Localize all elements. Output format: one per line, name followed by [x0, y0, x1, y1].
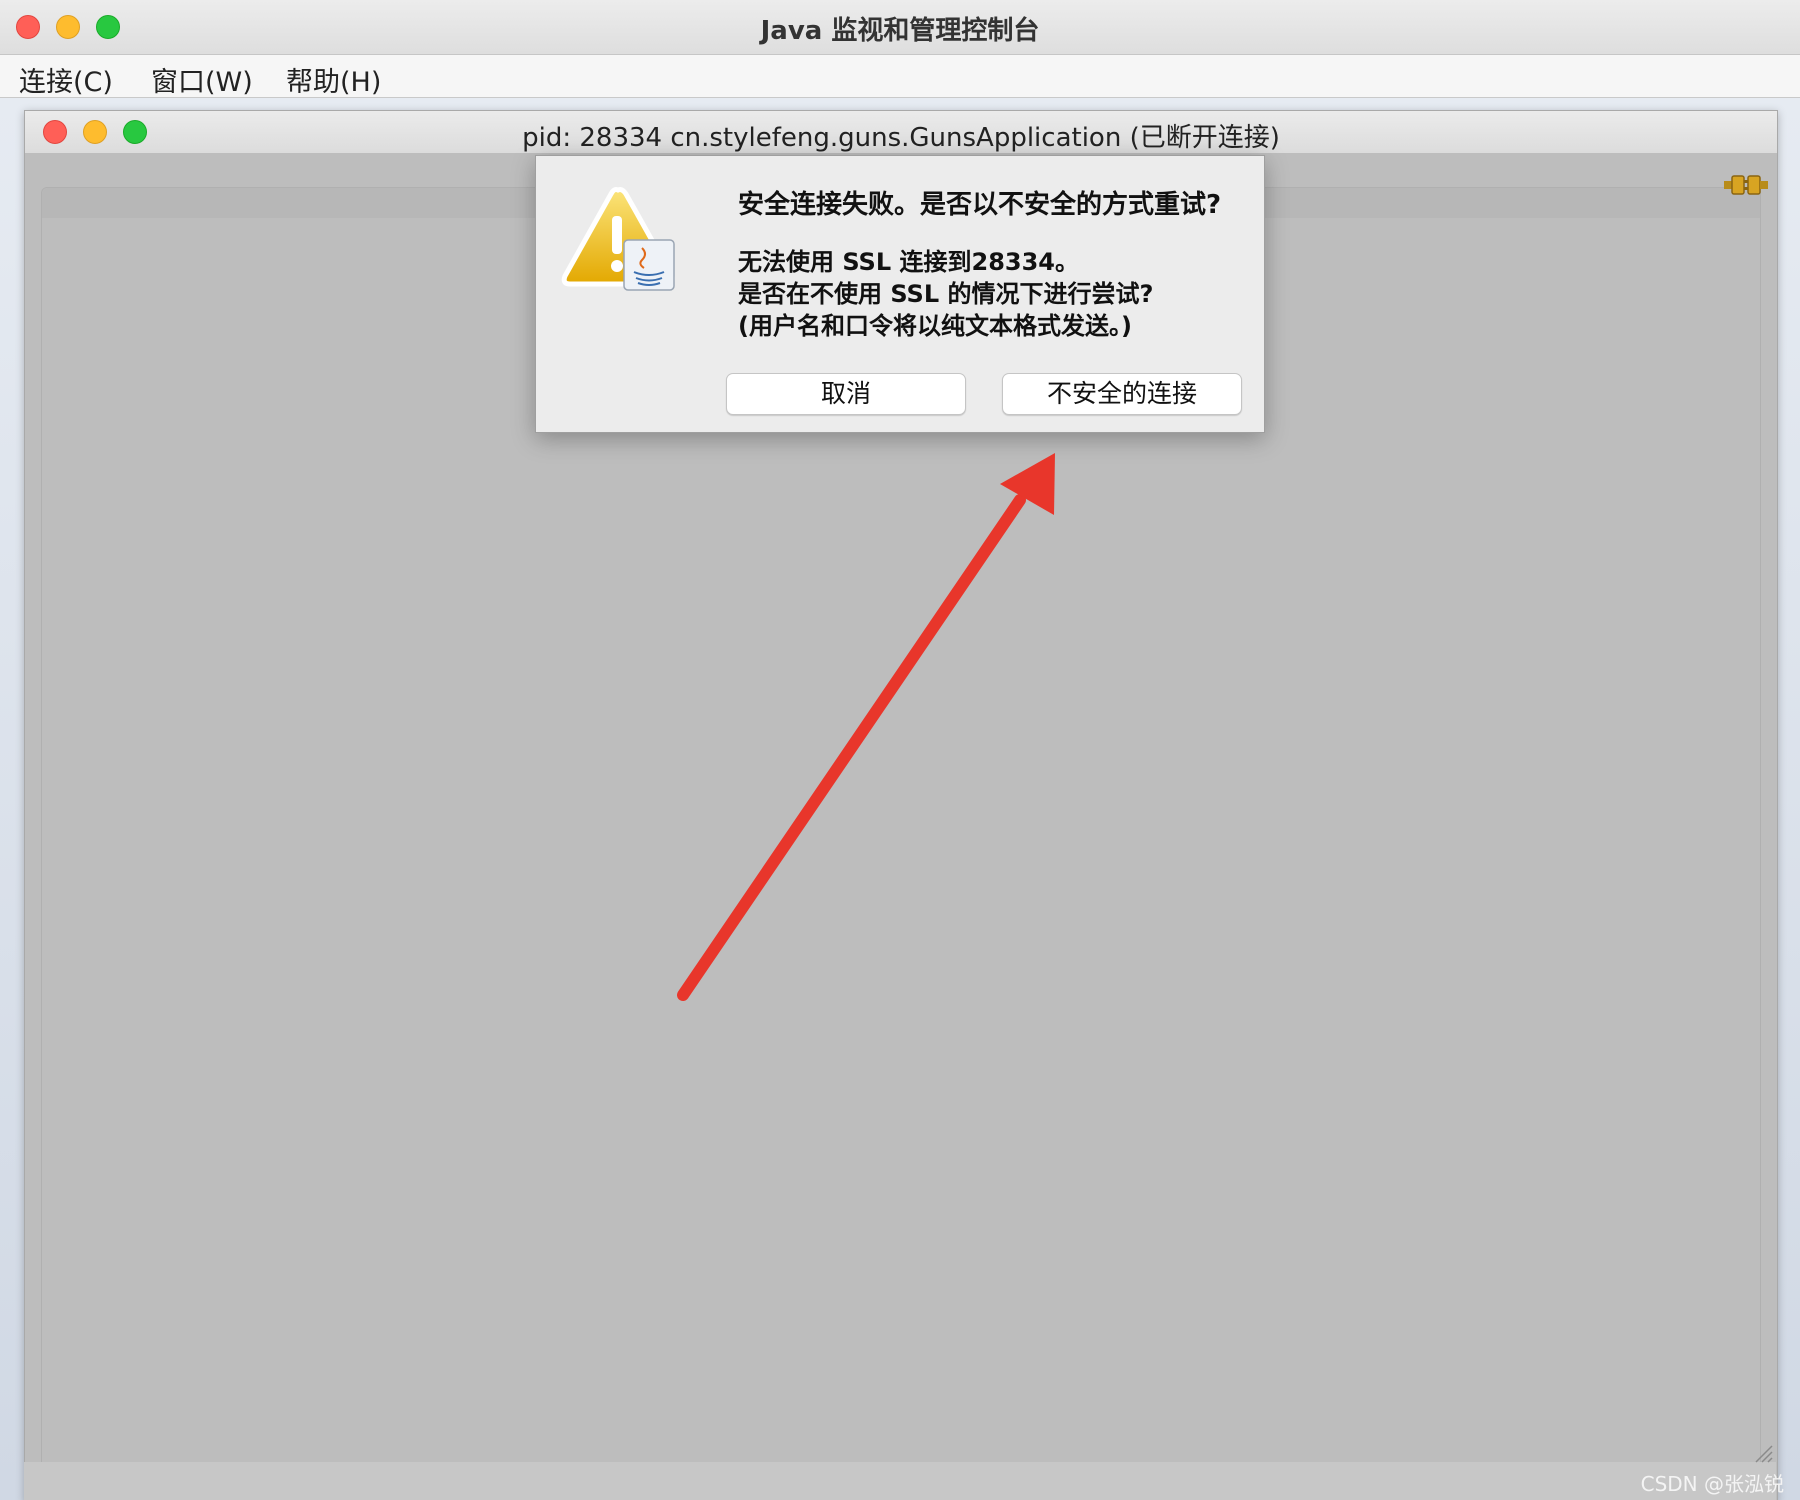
menu-help[interactable]: 帮助(H) [286, 60, 381, 99]
outer-window-titlebar[interactable]: Java 监视和管理控制台 [0, 0, 1800, 55]
dialog-heading: 安全连接失败。是否以不安全的方式重试? [738, 190, 1222, 220]
internal-window-titlebar[interactable]: pid: 28334 cn.stylefeng.guns.GunsApplica… [25, 111, 1777, 154]
menu-window[interactable]: 窗口(W) [151, 60, 253, 99]
window-title: Java 监视和管理控制台 [760, 16, 1040, 46]
insecure-connect-button[interactable]: 不安全的连接 [1002, 373, 1242, 415]
internal-window-title: pid: 28334 cn.stylefeng.guns.GunsApplica… [522, 123, 1280, 153]
app-root: Java 监视和管理控制台 连接(C) 窗口(W) 帮助(H) pid: 283… [0, 0, 1800, 1500]
ssl-failure-dialog: 安全连接失败。是否以不安全的方式重试? 无法使用 SSL 连接到28334。 是… [535, 155, 1265, 433]
status-strip [24, 1462, 1776, 1500]
disconnected-plug-icon[interactable] [1720, 170, 1772, 200]
cancel-button[interactable]: 取消 [726, 373, 966, 415]
dialog-message-line-1: 无法使用 SSL 连接到28334。 [738, 248, 1079, 276]
warning-java-icon [561, 187, 675, 291]
watermark: CSDN @张泓锐 [1640, 1472, 1784, 1496]
dialog-message-line-3: (用户名和口令将以纯文本格式发送。) [738, 312, 1132, 340]
menu-bar: 连接(C) 窗口(W) 帮助(H) [0, 55, 1800, 98]
menu-connection[interactable]: 连接(C) [19, 60, 113, 99]
resize-grip-icon[interactable] [1752, 1442, 1774, 1464]
dialog-message-line-2: 是否在不使用 SSL 的情况下进行尝试? [738, 280, 1154, 308]
